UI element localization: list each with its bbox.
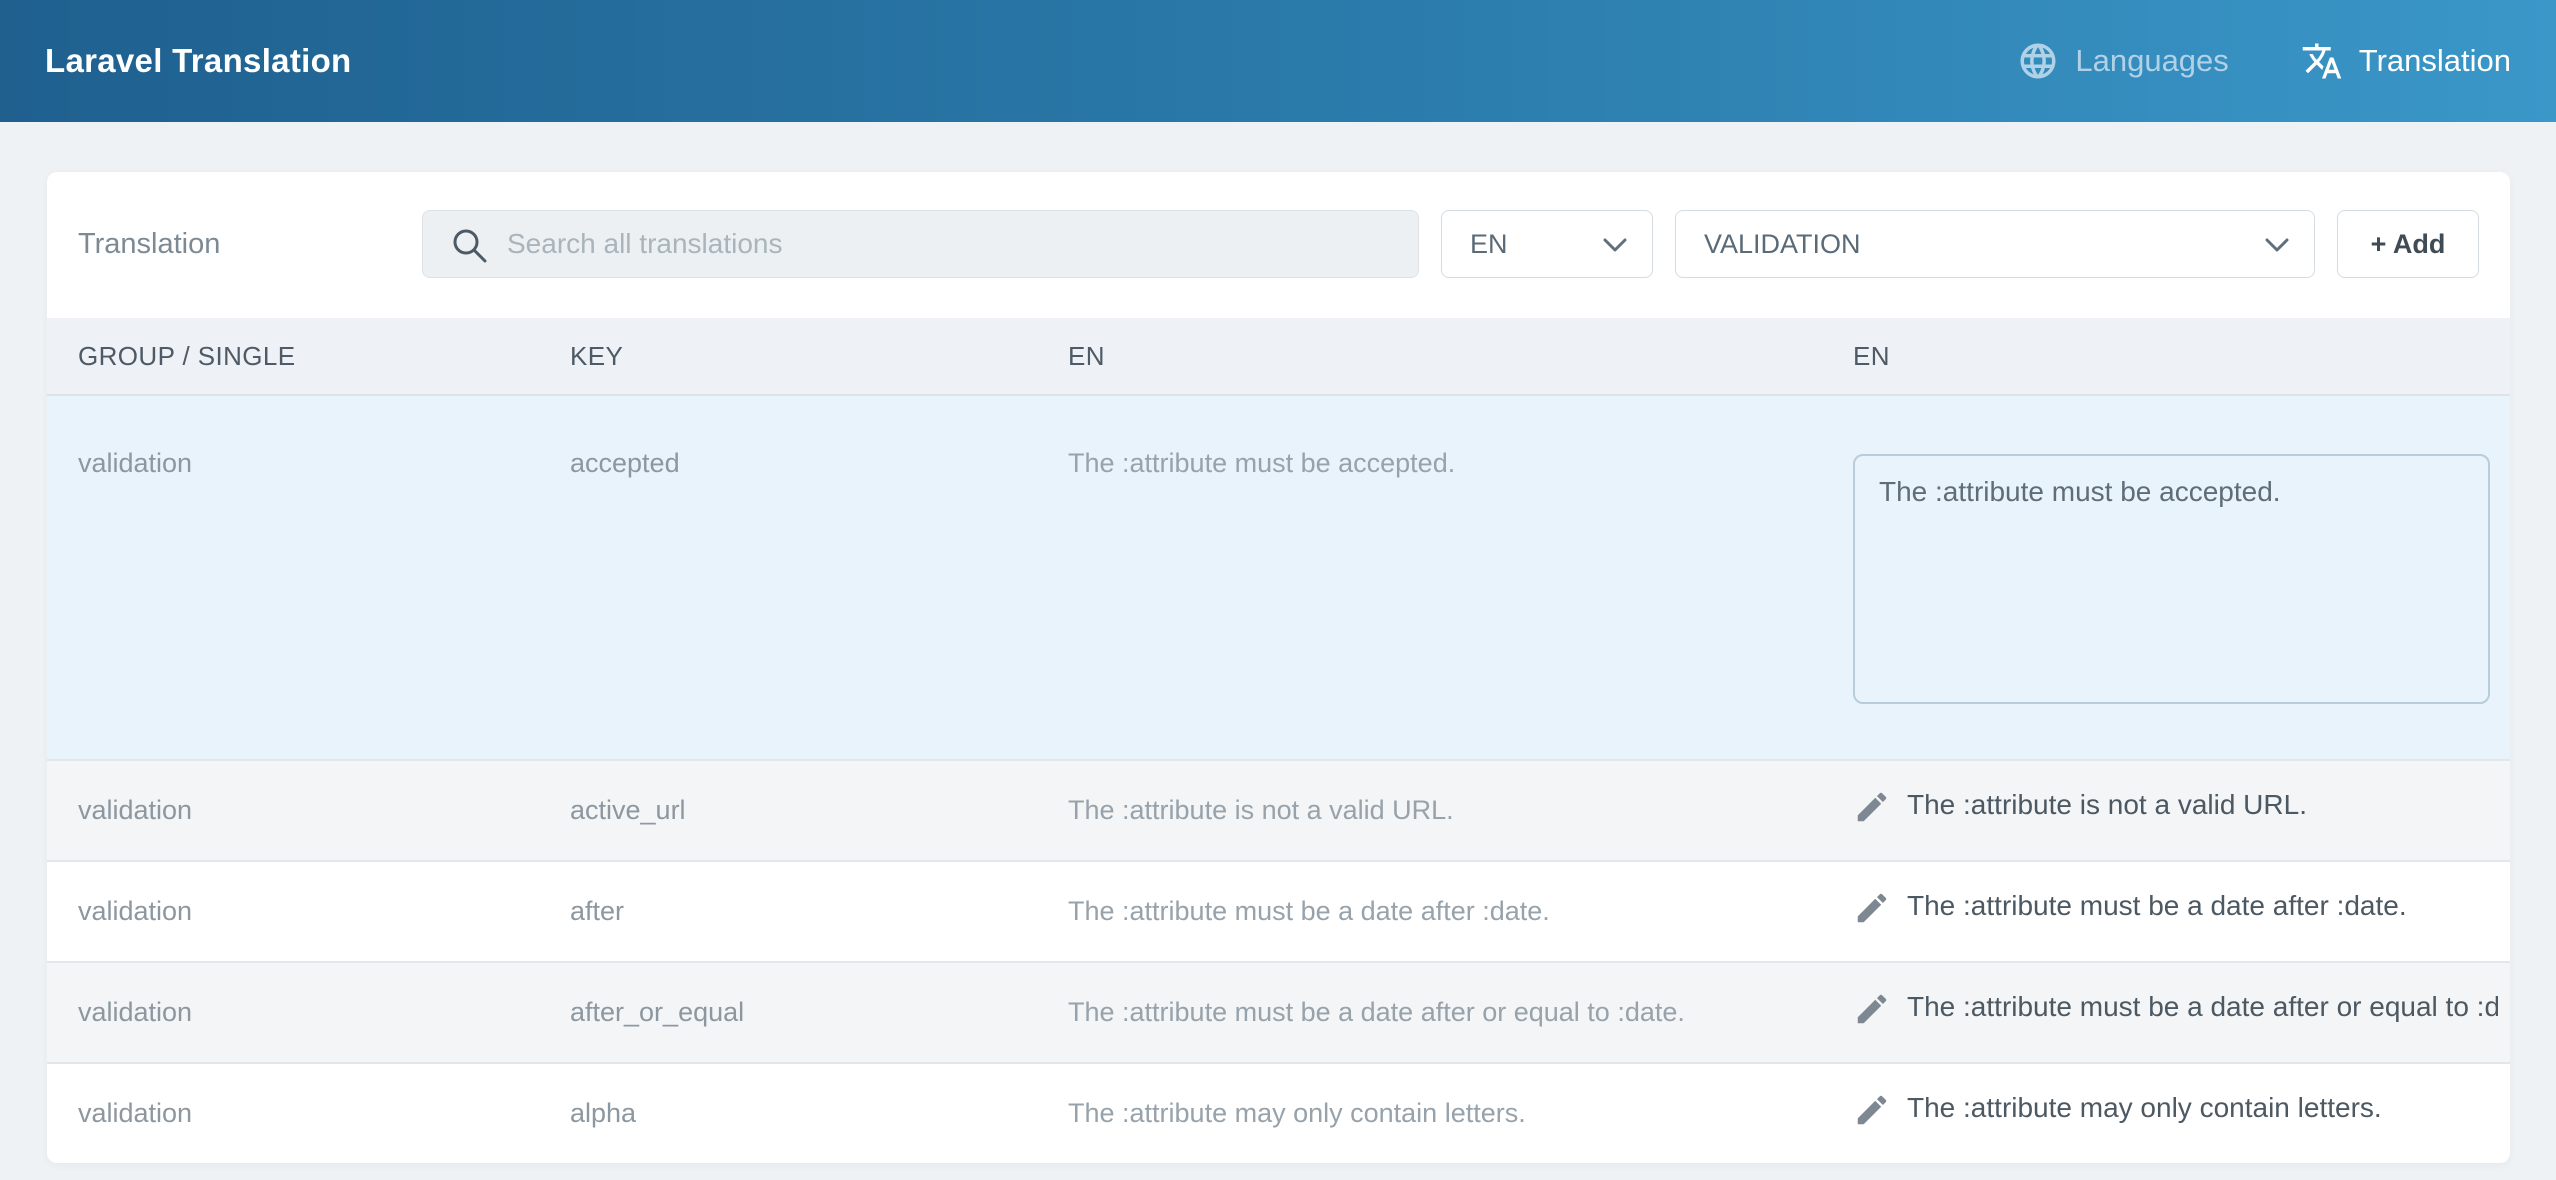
add-button[interactable]: + Add: [2337, 210, 2479, 278]
translation-display[interactable]: The :attribute may only contain letters.: [1853, 1088, 2498, 1139]
translation-cell: [1776, 395, 2510, 760]
navbar: Laravel Translation Languages Translatio…: [0, 0, 2556, 122]
table-row: validation alpha The :attribute may only…: [47, 1063, 2510, 1163]
translate-icon: [2301, 40, 2343, 82]
source-text-cell: The :attribute must be a date after or e…: [1037, 962, 1776, 1063]
column-header-source-locale: EN: [1037, 318, 1776, 395]
source-text-cell: The :attribute is not a valid URL.: [1037, 760, 1776, 861]
toolbar: Translation EN VALIDATION + Add: [47, 172, 2510, 318]
search-field: [422, 210, 1419, 278]
table-row: validation after_or_equal The :attribute…: [47, 962, 2510, 1063]
translation-text: The :attribute may only contain letters.: [1907, 1088, 2382, 1128]
group-cell: validation: [47, 760, 539, 861]
source-text-cell: The :attribute must be a date after :dat…: [1037, 861, 1776, 962]
globe-icon: [2017, 40, 2059, 82]
translation-editor[interactable]: [1853, 454, 2490, 704]
table-header-row: GROUP / SINGLE KEY EN EN: [47, 318, 2510, 395]
group-select-value: VALIDATION: [1704, 229, 2264, 260]
chevron-down-icon: [1602, 229, 1628, 260]
edit-pencil-icon[interactable]: [1853, 785, 1891, 836]
app-brand: Laravel Translation: [45, 42, 352, 80]
page-title: Translation: [78, 228, 400, 261]
translation-display[interactable]: The :attribute must be a date after :dat…: [1853, 886, 2498, 937]
edit-pencil-icon[interactable]: [1853, 1088, 1891, 1139]
key-cell: alpha: [539, 1063, 1037, 1163]
group-cell: validation: [47, 1063, 539, 1163]
translation-cell: The :attribute is not a valid URL.: [1776, 760, 2510, 861]
search-input[interactable]: [422, 210, 1419, 278]
nav-link-label: Translation: [2359, 43, 2511, 79]
translation-text: The :attribute must be a date after or e…: [1907, 987, 2498, 1027]
column-header-group: GROUP / SINGLE: [47, 318, 539, 395]
nav-link-label: Languages: [2075, 43, 2228, 79]
key-cell: after_or_equal: [539, 962, 1037, 1063]
nav-link-languages[interactable]: Languages: [2017, 40, 2228, 82]
language-select-value: EN: [1470, 229, 1602, 260]
language-select[interactable]: EN: [1441, 210, 1653, 278]
translation-cell: The :attribute may only contain letters.: [1776, 1063, 2510, 1163]
table-row: validation active_url The :attribute is …: [47, 760, 2510, 861]
translation-text: The :attribute must be a date after :dat…: [1907, 886, 2407, 926]
table-row: validation accepted The :attribute must …: [47, 395, 2510, 760]
source-text-cell: The :attribute may only contain letters.: [1037, 1063, 1776, 1163]
translation-display[interactable]: The :attribute must be a date after or e…: [1853, 987, 2498, 1038]
table-row: validation after The :attribute must be …: [47, 861, 2510, 962]
translation-cell: The :attribute must be a date after :dat…: [1776, 861, 2510, 962]
nav-link-translation[interactable]: Translation: [2301, 40, 2511, 82]
group-cell: validation: [47, 395, 539, 760]
edit-pencil-icon[interactable]: [1853, 886, 1891, 937]
group-cell: validation: [47, 962, 539, 1063]
source-text-cell: The :attribute must be accepted.: [1037, 395, 1776, 760]
translations-table: GROUP / SINGLE KEY EN EN validation acce…: [47, 318, 2510, 1163]
group-select[interactable]: VALIDATION: [1675, 210, 2315, 278]
translation-text: The :attribute is not a valid URL.: [1907, 785, 2307, 825]
translation-cell: The :attribute must be a date after or e…: [1776, 962, 2510, 1063]
column-header-key: KEY: [539, 318, 1037, 395]
nav-links: Languages Translation: [2017, 40, 2511, 82]
group-cell: validation: [47, 861, 539, 962]
key-cell: accepted: [539, 395, 1037, 760]
edit-pencil-icon[interactable]: [1853, 987, 1891, 1038]
table-body: validation accepted The :attribute must …: [47, 395, 2510, 1163]
key-cell: after: [539, 861, 1037, 962]
translation-display[interactable]: The :attribute is not a valid URL.: [1853, 785, 2498, 836]
translation-card: Translation EN VALIDATION + Add GROUP / …: [47, 172, 2510, 1163]
column-header-target-locale: EN: [1776, 318, 2510, 395]
chevron-down-icon: [2264, 229, 2290, 260]
key-cell: active_url: [539, 760, 1037, 861]
